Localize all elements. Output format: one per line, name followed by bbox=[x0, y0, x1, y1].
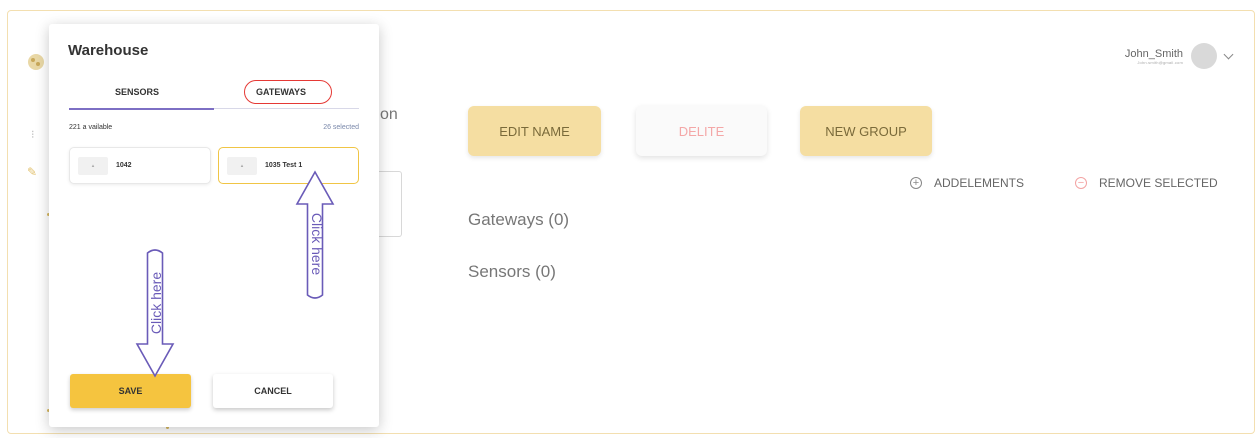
user-name: John_Smith bbox=[1124, 47, 1183, 60]
sensor-thumbnail-icon: ▴ bbox=[227, 156, 257, 175]
sensor-card-label: 1035 Test 1 bbox=[265, 162, 303, 169]
selected-count: 26 selected bbox=[323, 124, 359, 131]
sidebar-pin-icon[interactable]: ✎ bbox=[27, 165, 37, 179]
sensor-card-1035-test-1[interactable]: ▴ 1035 Test 1 bbox=[218, 147, 359, 184]
plus-circle-icon: + bbox=[910, 177, 922, 189]
active-tab-indicator bbox=[69, 108, 214, 110]
group-name-fragment: on bbox=[380, 106, 398, 123]
add-elements-button[interactable]: + ADDELEMENTS bbox=[910, 176, 1024, 190]
remove-selected-button[interactable]: − REMOVE SELECTED bbox=[1075, 176, 1218, 190]
add-elements-label: ADDELEMENTS bbox=[934, 176, 1025, 190]
gateways-section-title: Gateways (0) bbox=[468, 210, 570, 229]
sensors-section-title: Sensors (0) bbox=[468, 262, 556, 281]
tab-sensors[interactable]: SENSORS bbox=[115, 87, 159, 97]
background-card-fragment bbox=[375, 171, 402, 237]
chevron-down-icon[interactable] bbox=[1223, 49, 1234, 59]
modal-title: Warehouse bbox=[68, 42, 149, 59]
sensor-card-1042[interactable]: ▴ 1042 bbox=[69, 147, 211, 184]
edit-name-button[interactable]: EDIT NAME bbox=[468, 106, 601, 156]
click-here-annotation: Click here bbox=[148, 271, 165, 335]
user-email: John.smith@gmail.com bbox=[1137, 59, 1183, 65]
save-button[interactable]: SAVE bbox=[70, 374, 191, 408]
remove-selected-label: REMOVE SELECTED bbox=[1099, 176, 1218, 190]
minus-circle-icon: − bbox=[1075, 177, 1087, 189]
user-info: John_Smith John.smith@gmail.com bbox=[1125, 48, 1183, 65]
avatar[interactable] bbox=[1191, 43, 1217, 69]
cancel-button[interactable]: CANCEL bbox=[213, 374, 333, 408]
gateways-tab-highlight bbox=[244, 80, 332, 104]
app-logo-icon bbox=[28, 54, 44, 70]
sensor-thumbnail-icon: ▴ bbox=[78, 156, 108, 175]
sensor-card-label: 1042 bbox=[116, 162, 132, 169]
delete-button[interactable]: DELITE bbox=[636, 106, 767, 156]
click-here-annotation: Click here bbox=[309, 212, 326, 276]
user-menu[interactable]: John_Smith John.smith@gmail.com bbox=[1125, 40, 1234, 72]
warehouse-modal: Warehouse SENSORS GATEWAYS 221 a vailabl… bbox=[49, 24, 379, 427]
sidebar-grid-icon[interactable]: ⁝ bbox=[31, 128, 35, 141]
new-group-button[interactable]: NEW GROUP bbox=[800, 106, 932, 156]
available-count: 221 a vailable bbox=[69, 124, 113, 131]
